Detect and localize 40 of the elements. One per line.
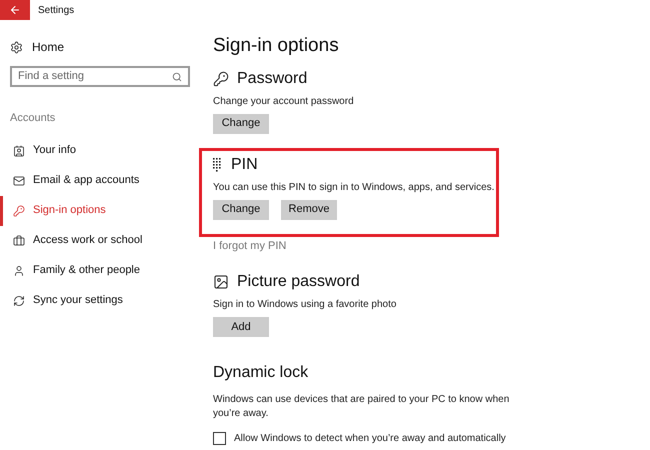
action-button[interactable]: Change (213, 200, 269, 220)
nav-item[interactable]: Your info (0, 136, 200, 166)
checkbox-label: Allow Windows to detect when you’re away and automatically (234, 432, 506, 446)
nav-item[interactable]: Access work or school (0, 226, 200, 256)
page-title: Sign-in options (213, 34, 340, 58)
forgot-pin-link[interactable]: I forgot my PIN (213, 238, 513, 254)
keypad-icon (213, 158, 223, 172)
section-heading: Picture password (237, 272, 360, 292)
person-icon (13, 264, 25, 276)
action-button[interactable]: Change (213, 114, 269, 134)
section-description: Sign in to Windows using a favorite photo (213, 298, 398, 312)
section-heading: Dynamic lock (213, 363, 308, 383)
window-title: Settings (38, 4, 74, 18)
checkbox[interactable] (213, 432, 226, 445)
action-button[interactable]: Remove (281, 200, 337, 220)
search-placeholder: Find a setting (18, 69, 84, 84)
picture-icon (213, 274, 229, 290)
section-heading: Password (237, 68, 308, 88)
home-link[interactable]: Home (32, 38, 64, 56)
section-description: You can use this PIN to sign in to Windows, apps, and services. (213, 180, 496, 194)
nav-item[interactable]: Email & app accounts (0, 166, 200, 196)
contact-card-icon (13, 144, 25, 156)
sync-icon (13, 294, 25, 306)
key-icon (213, 70, 229, 86)
section-heading: PIN (231, 154, 258, 174)
section-description: Change your account password (213, 94, 355, 108)
key-icon (13, 204, 25, 216)
search-field[interactable]: Find a setting (10, 66, 190, 87)
envelope-icon (13, 174, 25, 186)
back-button[interactable] (0, 0, 30, 20)
nav-item[interactable]: Sync your settings (0, 286, 200, 316)
section-description: Windows can use devices that are paired to your PC to know when you’re away. (213, 393, 510, 421)
nav-item[interactable]: Family & other people (0, 256, 200, 286)
search-icon (172, 72, 182, 82)
section-label: Accounts (9, 111, 56, 126)
action-button[interactable]: Add (213, 317, 269, 337)
back-arrow-icon (9, 4, 21, 16)
nav-item[interactable]: Sign-in options (0, 196, 200, 226)
settings-gear-icon (10, 40, 23, 54)
briefcase-icon (13, 234, 25, 246)
